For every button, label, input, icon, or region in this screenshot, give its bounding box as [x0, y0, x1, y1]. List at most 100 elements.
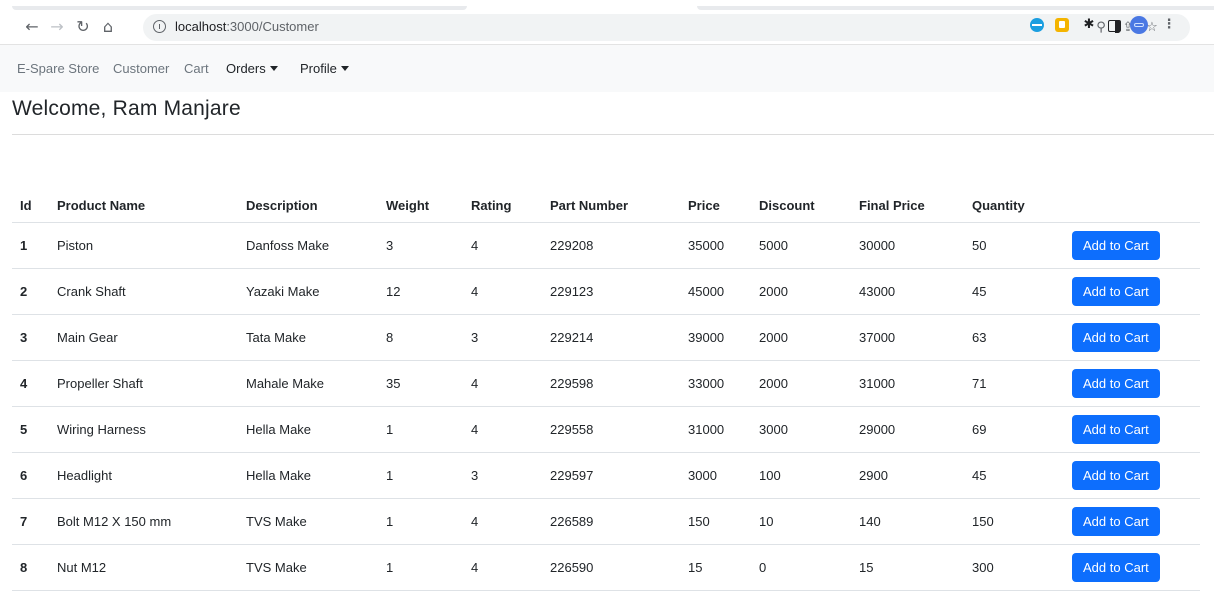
cell-description: TVS Make — [238, 544, 378, 590]
cell-quantity: 71 — [964, 360, 1064, 407]
orders-dropdown[interactable]: Orders — [226, 61, 278, 76]
profile-dropdown[interactable]: Profile — [300, 61, 349, 76]
cell-product-name: Bolt M12 X 150 mm — [49, 498, 238, 545]
cell-quantity: 150 — [964, 498, 1064, 545]
cell-part-number: 229214 — [542, 314, 680, 361]
cell-id: 2 — [12, 268, 49, 315]
url-path: :3000/Customer — [226, 19, 319, 34]
cell-description: Tata Make — [238, 314, 378, 361]
cell-part-number: 229597 — [542, 452, 680, 499]
cell-description: Yazaki Make — [238, 268, 378, 315]
col-description: Description — [246, 197, 318, 213]
cell-price: 33000 — [680, 360, 751, 407]
add-to-cart-button[interactable]: Add to Cart — [1072, 553, 1160, 582]
cell-part-number: 229598 — [542, 360, 680, 407]
col-final-price: Final Price — [859, 197, 925, 213]
cell-id: 1 — [12, 222, 49, 269]
cell-final-price: 43000 — [851, 268, 964, 315]
cell-price: 31000 — [680, 406, 751, 453]
extension-icon[interactable] — [1029, 17, 1045, 33]
puzzle-icon[interactable]: ✱ — [1081, 17, 1097, 33]
cell-quantity: 45 — [964, 268, 1064, 315]
cell-action: Add to Cart — [1064, 314, 1200, 361]
home-icon[interactable]: ⌂ — [96, 15, 120, 39]
cell-price: 45000 — [680, 268, 751, 315]
cell-rating: 4 — [463, 498, 542, 545]
cell-discount: 2000 — [751, 360, 851, 407]
cell-price: 15 — [680, 544, 751, 590]
col-quantity: Quantity — [972, 197, 1025, 213]
cell-rating: 4 — [463, 544, 542, 590]
back-icon[interactable]: ← — [20, 15, 44, 39]
cell-weight: 1 — [378, 498, 463, 545]
browser-toolbar: ← → ↻ ⌂ localhost:3000/Customer ⚲ ⇪ ☆ ✱ … — [0, 11, 1214, 45]
forward-icon[interactable]: → — [45, 15, 69, 39]
add-to-cart-button[interactable]: Add to Cart — [1072, 277, 1160, 306]
cell-description: Hella Make — [238, 406, 378, 453]
orders-label: Orders — [226, 61, 266, 76]
cell-discount: 3000 — [751, 406, 851, 453]
table-row: 7 Bolt M12 X 150 mm TVS Make 1 4 226589 150 10 1… — [12, 498, 1200, 545]
cell-discount: 10 — [751, 498, 851, 545]
cell-action: Add to Cart — [1064, 452, 1200, 499]
add-to-cart-button[interactable]: Add to Cart — [1072, 369, 1160, 398]
cell-part-number: 226589 — [542, 498, 680, 545]
cell-id: 7 — [12, 498, 49, 545]
cell-rating: 4 — [463, 222, 542, 269]
add-to-cart-button[interactable]: Add to Cart — [1072, 231, 1160, 260]
cell-discount: 2000 — [751, 268, 851, 315]
cell-final-price: 140 — [851, 498, 964, 545]
extension-icon[interactable] — [1054, 17, 1070, 33]
add-to-cart-button[interactable]: Add to Cart — [1072, 507, 1160, 536]
cell-weight: 1 — [378, 544, 463, 590]
table-row: 8 Nut M12 TVS Make 1 4 226590 15 0 15 300 Add to C… — [12, 544, 1200, 590]
cell-weight: 1 — [378, 452, 463, 499]
cell-final-price: 15 — [851, 544, 964, 590]
cell-discount: 2000 — [751, 314, 851, 361]
welcome-heading: Welcome, Ram Manjare — [12, 97, 241, 120]
divider — [12, 134, 1214, 135]
cell-id: 6 — [12, 452, 49, 499]
add-to-cart-button[interactable]: Add to Cart — [1072, 323, 1160, 352]
cell-product-name: Wiring Harness — [49, 406, 238, 453]
nav-link-customer[interactable]: Customer — [113, 61, 169, 76]
reload-icon[interactable]: ↻ — [71, 15, 95, 39]
cell-product-name: Nut M12 — [49, 544, 238, 590]
active-tab-edge[interactable] — [12, 6, 467, 10]
col-action — [1064, 188, 1200, 223]
table-row: 5 Wiring Harness Hella Make 1 4 229558 31000 30… — [12, 406, 1200, 453]
app-navbar: E-Spare Store Customer Cart Orders Profi… — [0, 45, 1214, 92]
cell-quantity: 50 — [964, 222, 1064, 269]
col-id: Id — [20, 197, 32, 213]
profile-avatar[interactable] — [1130, 16, 1148, 34]
cell-weight: 1 — [378, 406, 463, 453]
add-to-cart-button[interactable]: Add to Cart — [1072, 461, 1160, 490]
cell-part-number: 229558 — [542, 406, 680, 453]
col-product-name: Product Name — [57, 197, 146, 213]
caret-down-icon — [269, 66, 278, 71]
table-row: 4 Propeller Shaft Mahale Make 35 4 229598 3300… — [12, 360, 1200, 407]
cell-final-price: 31000 — [851, 360, 964, 407]
cell-price: 39000 — [680, 314, 751, 361]
url-text[interactable]: localhost:3000/Customer — [175, 19, 319, 34]
table-header-row: Id Product Name Description Weight Ratin… — [12, 188, 1200, 223]
more-menu-icon[interactable]: ⋮ — [1161, 17, 1177, 33]
table-row: 6 Headlight Hella Make 1 3 229597 3000 100 2900 4… — [12, 452, 1200, 499]
col-rating: Rating — [471, 197, 512, 213]
table-row: 3 Main Gear Tata Make 8 3 229214 39000 2000 3700… — [12, 314, 1200, 361]
profile-label: Profile — [300, 61, 337, 76]
brand-link[interactable]: E-Spare Store — [17, 61, 99, 76]
inactive-tab-edge[interactable] — [697, 6, 1214, 10]
cell-weight: 3 — [378, 222, 463, 269]
cell-id: 4 — [12, 360, 49, 407]
cell-rating: 4 — [463, 360, 542, 407]
info-icon[interactable] — [153, 20, 166, 33]
add-to-cart-button[interactable]: Add to Cart — [1072, 415, 1160, 444]
url-host: localhost — [175, 19, 227, 34]
col-weight: Weight — [386, 197, 430, 213]
cell-description: Hella Make — [238, 452, 378, 499]
side-panel-icon[interactable] — [1106, 17, 1122, 33]
cell-final-price: 37000 — [851, 314, 964, 361]
nav-link-cart[interactable]: Cart — [184, 61, 209, 76]
cell-rating: 4 — [463, 406, 542, 453]
